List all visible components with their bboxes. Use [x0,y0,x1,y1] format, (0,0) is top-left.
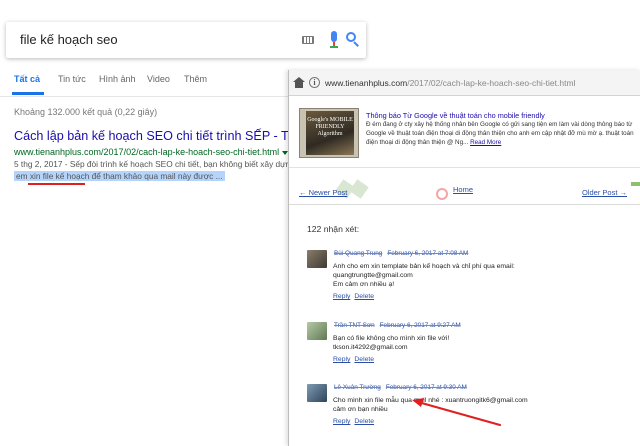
annotation-arrow [412,398,502,427]
result-url: www.tienanhplus.com/2017/02/cach-lap-ke-… [14,147,289,157]
avatar[interactable] [307,250,327,268]
tab-all[interactable]: Tất cả [14,74,40,84]
ring-decoration [436,188,448,200]
avatar[interactable] [307,384,327,402]
delete-link[interactable]: Delete [354,293,374,300]
comment-text: cảm ơn bạn nhiều [333,406,388,413]
comment-text: quangtrungtte@gmail.com [333,272,413,279]
comment-text: Em cảm ơn nhiều ạ! [333,281,395,288]
search-box[interactable]: file kế hoạch seo [6,22,366,58]
comment-date[interactable]: February 6, 2017 at 7:08 AM [387,250,468,257]
comment-author[interactable]: Bùi Quang Trung February 6, 2017 at 7:08 … [334,250,468,257]
home-link[interactable]: Home [453,185,473,194]
newer-post-link[interactable]: ← Newer Post [299,188,347,197]
info-icon[interactable]: i [309,77,320,88]
comment-date[interactable]: February 6, 2017 at 9:27 AM [380,322,461,329]
comment-actions: Reply Delete [333,356,378,363]
comment-text: Bạn có file không cho mình xin file với! [333,335,450,342]
address-bar[interactable]: i www.tienanhplus.com/2017/02/cach-lap-k… [289,70,640,96]
result-url-text: www.tienanhplus.com/2017/02/cach-lap-ke-… [14,147,280,157]
divider [289,167,640,168]
results-stats: Khoảng 132.000 kết quả (0,22 giây) [14,107,158,117]
post-navigation: ← Newer Post Home Older Post → [289,179,640,206]
url-path: /2017/02/cach-lap-ke-hoach-seo-chi-tiet.… [407,78,576,88]
thumbnail-text: Google's MOBILE FRIENDLY Algorithm [307,117,353,137]
tab-news[interactable]: Tin tức [58,74,86,84]
result-snippet: 5 thg 2, 2017 - Sếp đòi trình kế hoạch S… [14,159,325,169]
microphone-icon[interactable] [330,31,338,49]
keyboard-icon[interactable] [302,36,314,44]
delete-link[interactable]: Delete [354,418,374,425]
url-domain: www.tienanhplus.com [325,78,408,88]
read-more-link[interactable]: Read More [470,139,501,146]
comments-count: 122 nhận xét: [307,224,360,234]
annotation-underline [28,183,85,185]
bar-decoration [631,182,640,186]
tabs-divider [0,96,300,97]
home-icon[interactable] [293,77,305,89]
comment-author[interactable]: Trần TNT Sơn February 6, 2017 at 9:27 AM [334,322,461,329]
notification-text: Đ ém đang ở cty xây hệ thống nhân bên Go… [366,121,634,146]
reply-link[interactable]: Reply [333,356,350,363]
comment-text: tkson.it4292@gmail.com [333,344,408,351]
comment-actions: Reply Delete [333,418,378,425]
search-input[interactable]: file kế hoạch seo [20,32,118,47]
address-url[interactable]: www.tienanhplus.com/2017/02/cach-lap-ke-… [325,78,575,88]
comment-text: Anh cho em xin template bản kế hoạch và … [333,263,515,270]
notification-thumbnail[interactable]: Google's MOBILE FRIENDLY Algorithm [299,108,359,158]
reply-link[interactable]: Reply [333,293,350,300]
search-icon[interactable] [346,32,360,47]
comment-actions: Reply Delete [333,293,378,300]
tab-videos[interactable]: Video [147,74,170,84]
avatar[interactable] [307,322,327,340]
search-tabs: Tất cả Tin tức Hình ảnh Video Thêm [0,70,300,96]
tab-images[interactable]: Hình ảnh [99,74,136,84]
divider [289,204,640,205]
tab-more[interactable]: Thêm [184,74,207,84]
notification-card: Google's MOBILE FRIENDLY Algorithm Thông… [299,102,635,160]
reply-link[interactable]: Reply [333,418,350,425]
result-snippet-highlight: em xin file kế hoạch để tham khảo qua ma… [14,171,225,181]
active-tab-indicator [12,92,44,95]
older-post-link[interactable]: Older Post → [582,188,627,197]
notification-title[interactable]: Thông báo Từ Google về thuật toán cho mo… [366,111,545,120]
delete-link[interactable]: Delete [354,356,374,363]
